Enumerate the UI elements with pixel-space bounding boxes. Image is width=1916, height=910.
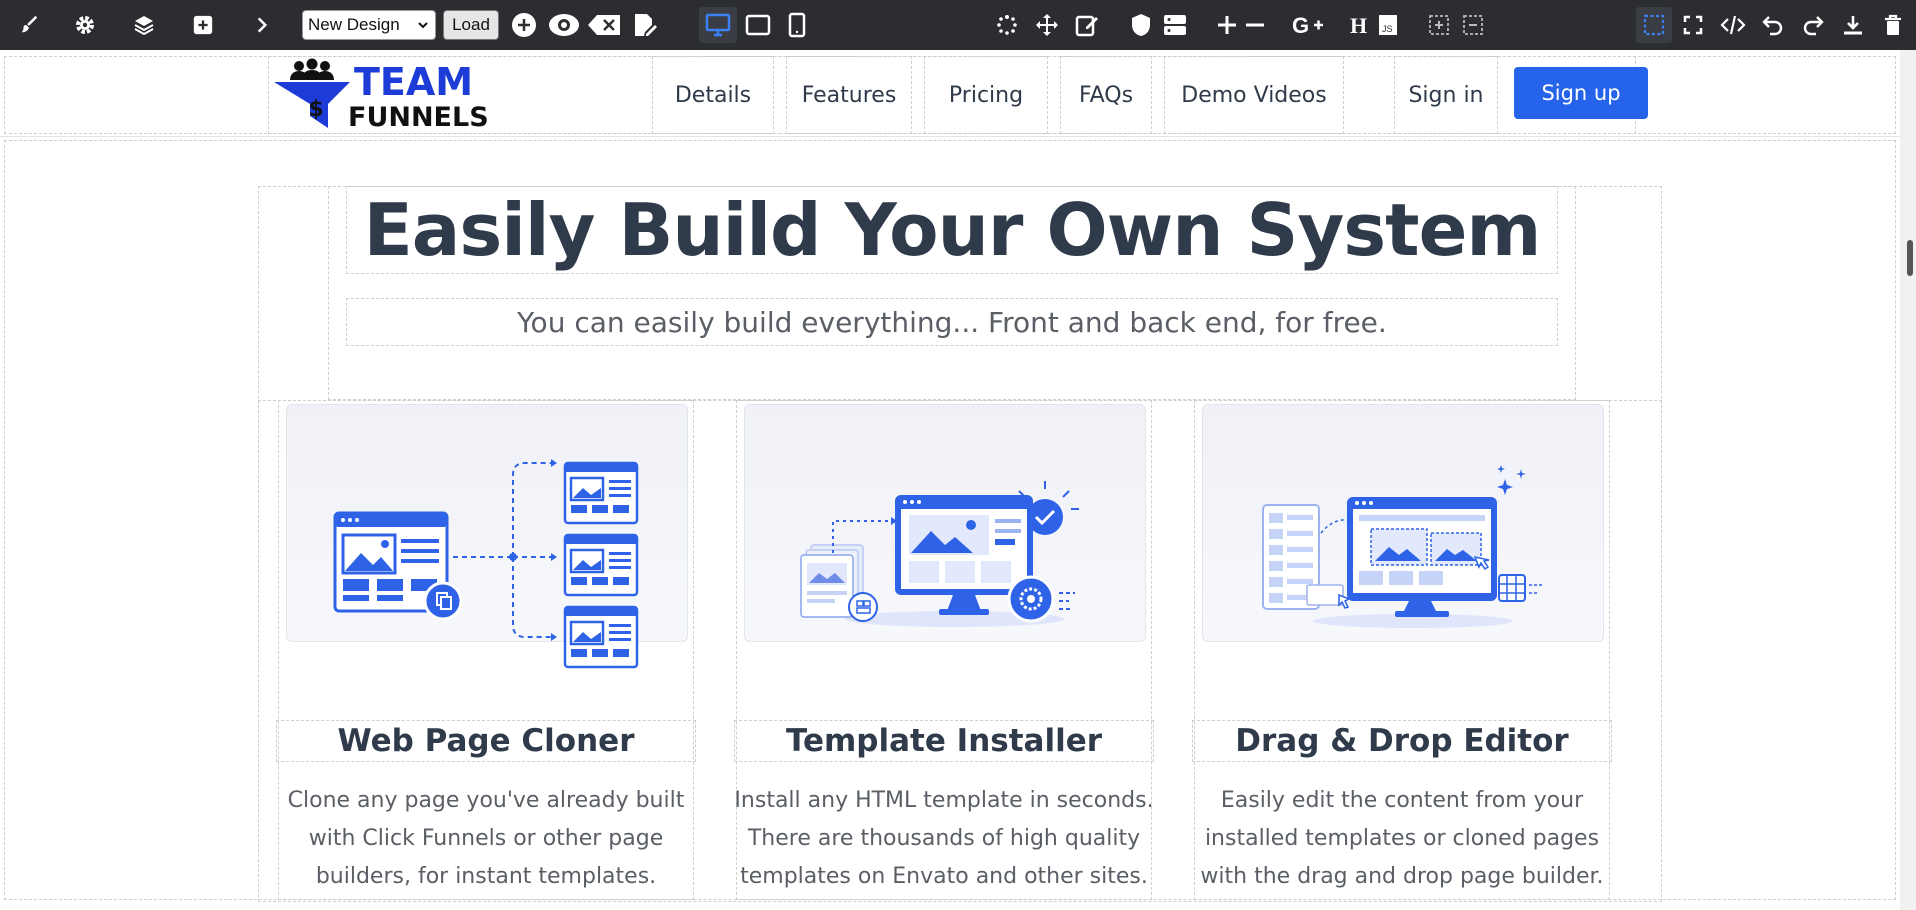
desktop-icon[interactable]	[699, 7, 737, 43]
heading-icon[interactable]: H	[1346, 0, 1374, 50]
desc-line: builders, for instant templates.	[315, 864, 657, 889]
undo-icon[interactable]	[1758, 0, 1788, 50]
tablet-icon[interactable]	[740, 0, 776, 50]
nav-link-demo-videos[interactable]: Demo Videos	[1164, 56, 1344, 134]
page-cloner-illustration	[333, 459, 639, 669]
minus-icon[interactable]	[1240, 0, 1270, 50]
feature-desc-drag-drop-editor[interactable]: Easily edit the content from your instal…	[1192, 782, 1612, 896]
nav-link-features[interactable]: Features	[786, 56, 912, 134]
svg-text:$: $	[308, 97, 323, 122]
feature-desc-template-installer[interactable]: Install any HTML template in seconds. Th…	[734, 782, 1154, 896]
feature-desc-web-page-cloner[interactable]: Clone any page you've already built with…	[276, 782, 696, 896]
mini-page-icons	[563, 461, 639, 669]
desc-line: Clone any page you've already built	[287, 788, 685, 813]
move-icon[interactable]	[1030, 0, 1064, 50]
desc-line: Install any HTML template in seconds.	[734, 788, 1154, 813]
feature-title-drag-drop-editor[interactable]: Drag & Drop Editor	[1192, 720, 1612, 762]
fullscreen-icon[interactable]	[1678, 0, 1708, 50]
nav-link-faqs[interactable]: FAQs	[1060, 56, 1152, 134]
canvas-scrollbar[interactable]	[1900, 50, 1916, 910]
google-plus-icon[interactable]: G	[1290, 0, 1326, 50]
desc-line: with the drag and drop page builder.	[1200, 864, 1604, 889]
desc-line: There are thousands of high quality	[747, 826, 1141, 851]
signin-link[interactable]: Sign in	[1394, 56, 1498, 134]
design-select-value: New Design	[308, 15, 400, 34]
page-builder-app: New Design Load G H JS $ TEAM FUNNELS De…	[0, 0, 1916, 910]
plus-icon[interactable]	[1212, 0, 1242, 50]
add-circle-icon[interactable]	[508, 0, 540, 50]
mobile-icon[interactable]	[780, 0, 814, 50]
redo-icon[interactable]	[1798, 0, 1828, 50]
select-box-icon[interactable]	[1636, 7, 1672, 43]
feature-title-web-page-cloner[interactable]: Web Page Cloner	[276, 720, 696, 762]
nav-link-details[interactable]: Details	[652, 56, 774, 134]
scrollbar-thumb[interactable]	[1907, 240, 1913, 276]
spinner-icon[interactable]	[990, 0, 1024, 50]
add-block-icon[interactable]	[186, 0, 220, 50]
desc-line: installed templates or cloned pages	[1204, 826, 1600, 851]
svg-text:G: G	[1292, 14, 1309, 36]
feature-image-drag-drop-editor[interactable]	[1202, 404, 1604, 642]
layers-icon[interactable]	[127, 0, 161, 50]
feature-image-template-installer[interactable]	[744, 404, 1146, 642]
chevron-right-icon[interactable]	[245, 0, 279, 50]
settings-icon[interactable]	[68, 0, 102, 50]
edit-page-icon[interactable]	[628, 0, 662, 50]
logo-line1: TEAM	[354, 60, 473, 104]
hero-subtitle[interactable]: You can easily build everything... Front…	[346, 298, 1558, 346]
svg-text:H: H	[1350, 14, 1367, 36]
code-icon[interactable]	[1718, 0, 1748, 50]
desc-line: Easily edit the content from your	[1220, 788, 1584, 813]
template-installer-illustration	[800, 481, 1079, 627]
nav-link-pricing[interactable]: Pricing	[924, 56, 1048, 134]
js-icon[interactable]: JS	[1374, 0, 1402, 50]
load-button[interactable]: Load	[443, 10, 499, 40]
feature-image-web-page-cloner[interactable]	[286, 404, 688, 669]
select-remove-icon[interactable]	[1458, 0, 1488, 50]
brush-icon[interactable]	[12, 0, 46, 50]
logo-line2: FUNNELS	[348, 102, 489, 130]
signup-button[interactable]: Sign up	[1514, 67, 1648, 119]
team-funnels-logo[interactable]: $ TEAM FUNNELS	[272, 58, 512, 130]
svg-text:JS: JS	[1382, 24, 1393, 34]
chevron-down-icon	[418, 22, 428, 29]
edit-icon[interactable]	[1070, 0, 1104, 50]
server-icon[interactable]	[1158, 0, 1192, 50]
download-icon[interactable]	[1838, 0, 1868, 50]
select-add-icon[interactable]	[1424, 0, 1454, 50]
shield-icon[interactable]	[1124, 0, 1158, 50]
preview-eye-icon[interactable]	[546, 0, 582, 50]
design-select[interactable]: New Design	[302, 10, 436, 40]
clear-icon[interactable]	[586, 0, 622, 50]
trash-icon[interactable]	[1878, 0, 1908, 50]
drag-drop-illustration	[1262, 465, 1543, 628]
feature-title-template-installer[interactable]: Template Installer	[734, 720, 1154, 762]
desc-line: templates on Envato and other sites.	[740, 864, 1148, 889]
desc-line: with Click Funnels or other page	[308, 826, 664, 851]
hero-title[interactable]: Easily Build Your Own System	[346, 186, 1558, 274]
editor-toolbar: New Design Load G H JS	[0, 0, 1916, 50]
